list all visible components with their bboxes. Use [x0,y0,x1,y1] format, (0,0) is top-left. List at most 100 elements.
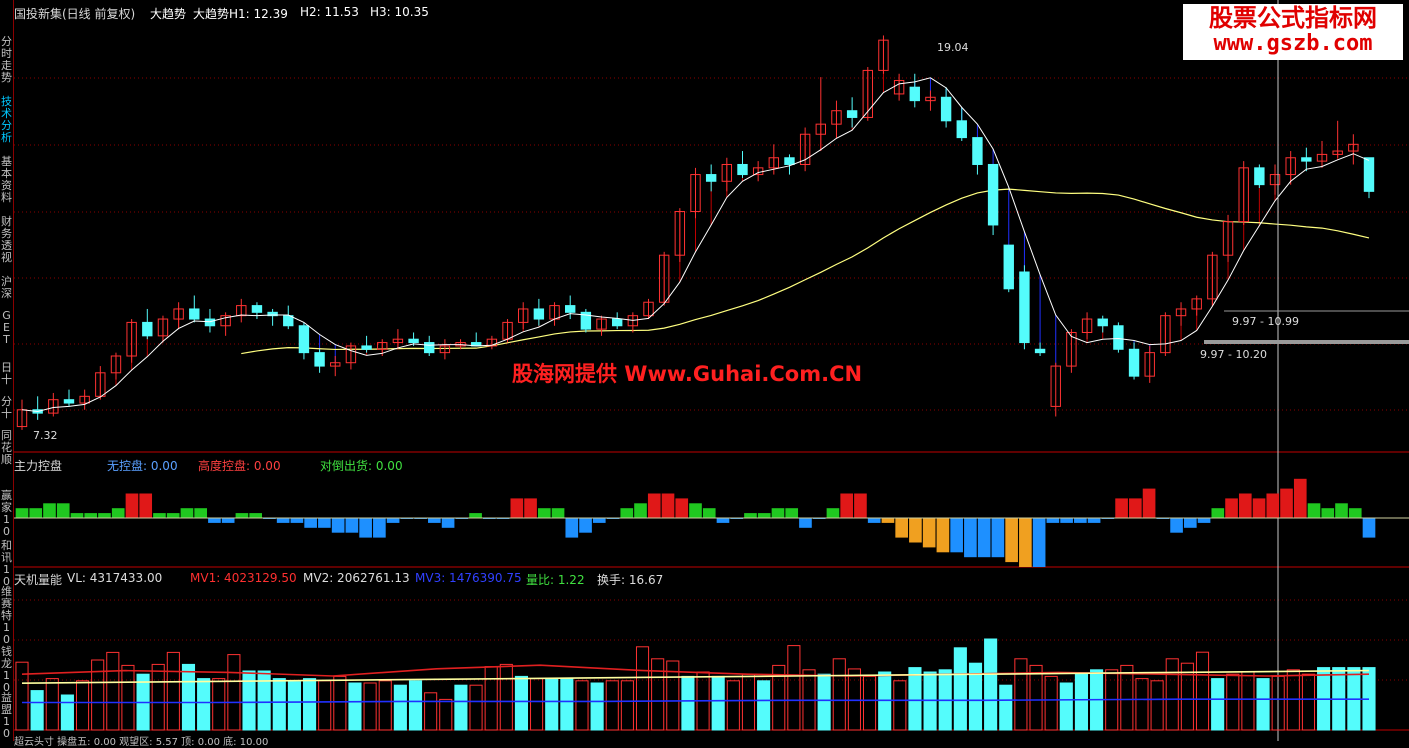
sidebar-item-6[interactable]: 日十 [0,362,13,386]
volume-bar [1180,662,1194,731]
volume-bar [197,678,211,731]
volume-bar [999,684,1013,731]
control-bar [1129,498,1142,518]
sidebar-item-11[interactable]: 维赛特10 [0,586,13,646]
volume-bar [1120,664,1134,731]
volume-bar [1044,675,1058,731]
control-bar [647,493,661,518]
sidebar-item-12[interactable]: 钱龙10 [0,646,13,694]
control-bar [675,498,689,518]
sidebar-item-7[interactable]: 分十 [0,396,13,420]
sidebar-item-13[interactable]: 益盟10 [0,692,13,740]
sidebar-item-10[interactable]: 和讯10 [0,540,13,588]
sidebar: 分时走势技术分析基本资料财务透视沪深 GET 日十分十同花顺赢家10 和讯10 维赛特1… [0,0,14,741]
candle-body [204,318,216,327]
control-bar [826,508,840,518]
candle-body [251,305,263,313]
sidebar-item-0[interactable]: 分时走势 [0,36,13,84]
control-bar [1266,493,1280,518]
sidebar-item-9[interactable]: 赢家10 [0,490,13,538]
sidebar-item-1[interactable]: 技术分析 [0,96,13,144]
control-bar [1197,518,1211,523]
control-bar [909,518,922,543]
volume-bar [681,675,695,731]
volume-bar [1301,673,1316,731]
volume-panel-title: 天机量能 [14,573,63,587]
control-bar [840,493,854,518]
control-bar [1293,478,1307,518]
control-bar [1074,518,1087,523]
volume-bar [151,663,165,731]
candle-body [784,157,795,165]
volume-bar [499,663,513,731]
volume-bar [439,698,453,731]
control-bar [799,518,812,528]
candle-body [1019,271,1030,344]
volume-bar [893,680,907,731]
sidebar-item-3[interactable]: 财务透视 [0,216,13,264]
control-bar [29,508,43,518]
control-bar [56,503,70,518]
candle-body [408,338,419,344]
range-label-2: 9.97 - 10.20 [1200,348,1267,361]
turnover-value: 换手: 16.67 [597,573,664,587]
control-bar [991,518,1005,558]
volume-bar [257,670,271,731]
candle-body [1113,325,1124,350]
control-bar [70,513,84,518]
control-bar [373,518,386,538]
control-bar [895,518,908,538]
sidebar-item-5[interactable]: GET [0,310,13,346]
volume-bar [984,638,998,731]
volume-bar [590,682,604,731]
trend-indicator-name: 大趋势 [150,7,187,21]
control-bar [386,518,400,523]
volume-bar [318,680,332,731]
control-bar [510,498,524,518]
control-bar [84,513,98,518]
candle-body [361,345,372,350]
candle-body [189,308,200,320]
control-bar [977,518,991,558]
candle-body [1363,157,1375,192]
volume-bar [711,675,725,731]
volume-bar [1211,678,1225,731]
control-bar [1252,498,1266,518]
volume-bar [620,680,634,731]
control-bar [950,518,963,553]
volume-bar [378,680,392,731]
candle-body [737,163,748,176]
control-bar [276,518,290,523]
control-bar [1005,518,1018,563]
volume-bar [91,659,105,731]
control-bar [249,513,262,518]
volume-bar [1195,651,1210,731]
volume-bar [847,668,861,731]
volume-bar [227,654,241,731]
sell-off-value: 对倒出货: 0.00 [320,459,403,473]
trend-h1: 大趋势H1: 12.39 [193,7,288,21]
brand-logo: 股票公式指标网 www.gszb.com [1183,4,1403,60]
control-bar [854,493,867,518]
volume-bar [348,682,362,731]
volume-bar [787,645,801,731]
control-bar [98,513,111,518]
control-bar [290,518,304,523]
sidebar-item-2[interactable]: 基本资料 [0,156,13,204]
sidebar-item-8[interactable]: 同花顺 [0,430,13,466]
control-bar [551,508,565,518]
control-bar [881,518,895,523]
volume-bar [726,680,740,731]
control-bar [922,518,936,548]
volume-bar [1165,658,1179,731]
support-band [1204,340,1409,344]
volume-bar [605,680,619,731]
sidebar-item-4[interactable]: 沪深 [0,276,13,300]
candle-body [283,315,294,327]
volume-bar [514,675,529,731]
volume-bar [166,651,180,731]
candle-body [972,137,983,165]
control-bar [867,518,881,523]
control-bar [964,518,977,558]
volume-bar [60,694,74,731]
